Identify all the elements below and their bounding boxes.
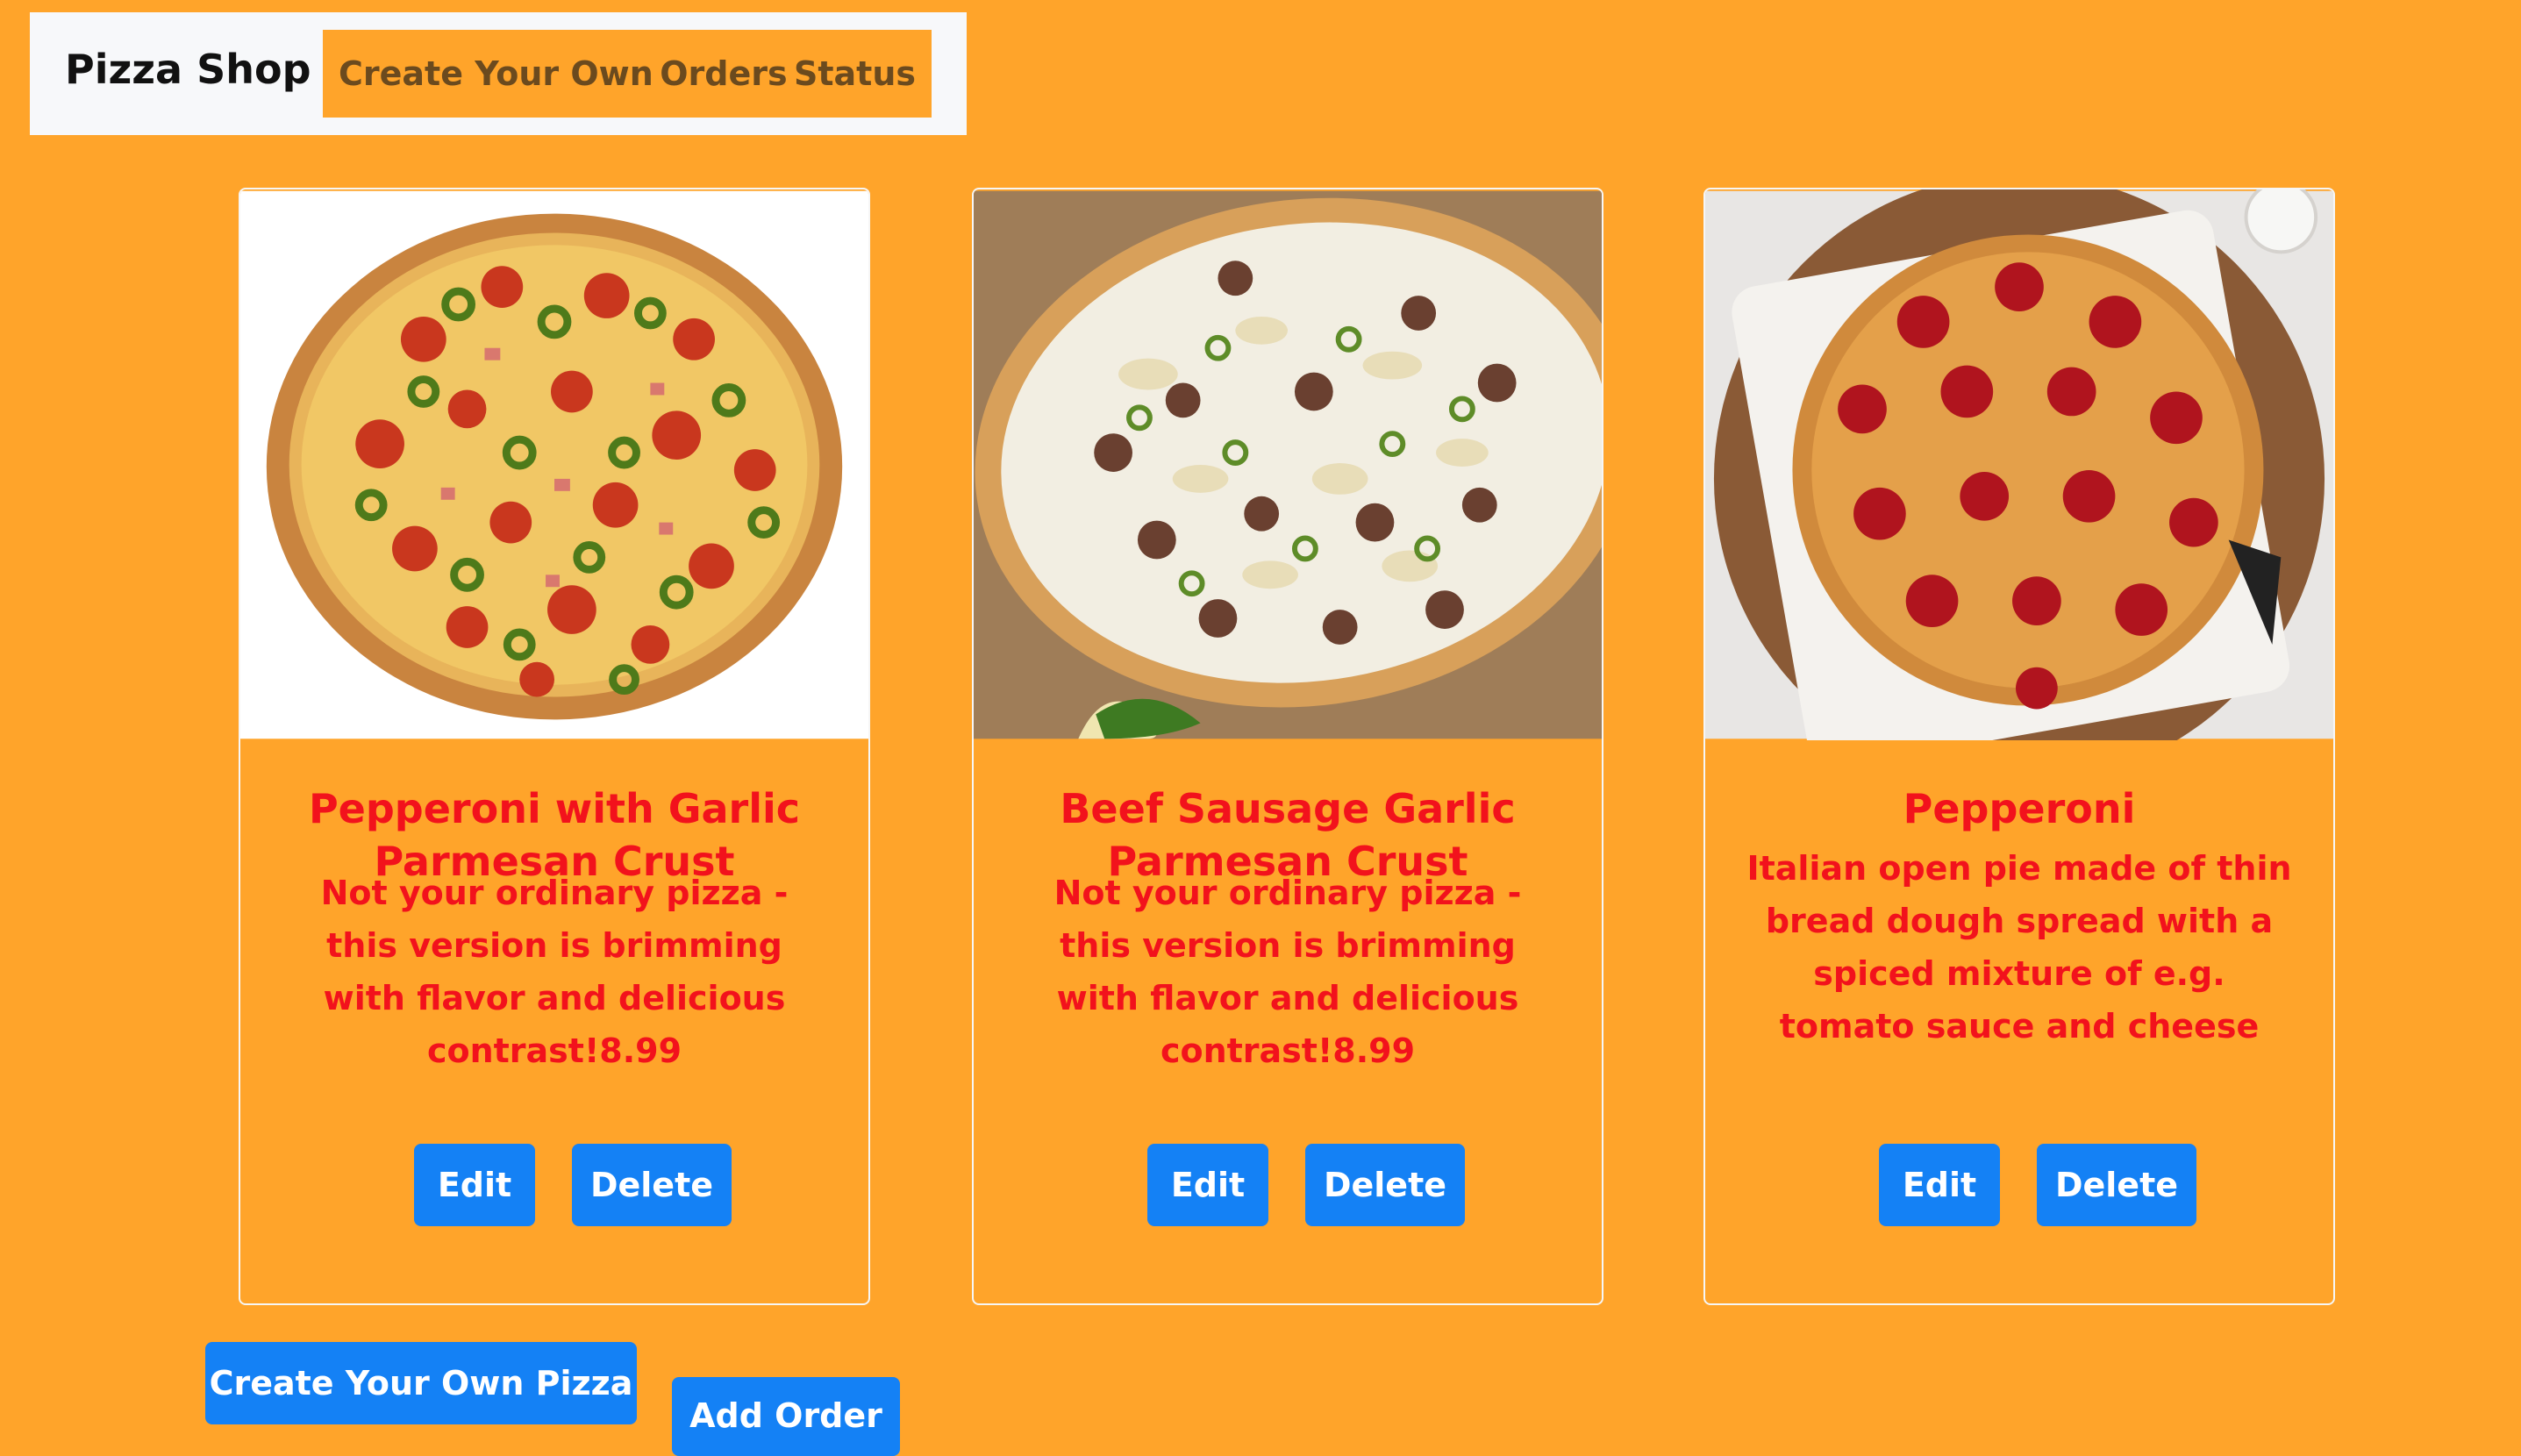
edit-button[interactable]: Edit <box>1147 1144 1268 1226</box>
create-your-own-pizza-button[interactable]: Create Your Own Pizza <box>205 1342 637 1424</box>
pizza-card: Pepperoni with Garlic Parmesan Crust Not… <box>239 188 870 1305</box>
pizza-description: Not your ordinary pizza - this version i… <box>1053 874 1522 1070</box>
pizza-sausage-pear-image <box>974 190 1602 739</box>
edit-button[interactable]: Edit <box>414 1144 535 1226</box>
nav-links: Create Your Own Orders Status <box>323 30 932 118</box>
nav-link-orders[interactable]: Orders <box>660 54 787 93</box>
pizza-description: Italian open pie made of thin bread doug… <box>1746 849 2292 1046</box>
pizza-card: Beef Sausage Garlic Parmesan Crust Not y… <box>972 188 1603 1305</box>
pizza-pepperoni-image <box>1705 189 2333 740</box>
pizza-description: Not your ordinary pizza - this version i… <box>320 874 789 1070</box>
nav-link-create-your-own[interactable]: Create Your Own <box>339 54 653 93</box>
pizza-title: Pepperoni <box>1903 785 2136 832</box>
delete-button[interactable]: Delete <box>1305 1144 1465 1226</box>
pizza-card: Pepperoni Italian open pie made of thin … <box>1703 188 2335 1305</box>
navbar: Pizza Shop Create Your Own Orders Status <box>30 12 967 135</box>
edit-button[interactable]: Edit <box>1879 1144 2000 1226</box>
brand-logo[interactable]: Pizza Shop <box>65 46 311 93</box>
add-order-button[interactable]: Add Order <box>672 1377 900 1456</box>
delete-button[interactable]: Delete <box>572 1144 732 1226</box>
pizza-pepperoni-jalapeno-image <box>240 190 868 739</box>
nav-link-status[interactable]: Status <box>794 54 916 93</box>
delete-button[interactable]: Delete <box>2037 1144 2196 1226</box>
